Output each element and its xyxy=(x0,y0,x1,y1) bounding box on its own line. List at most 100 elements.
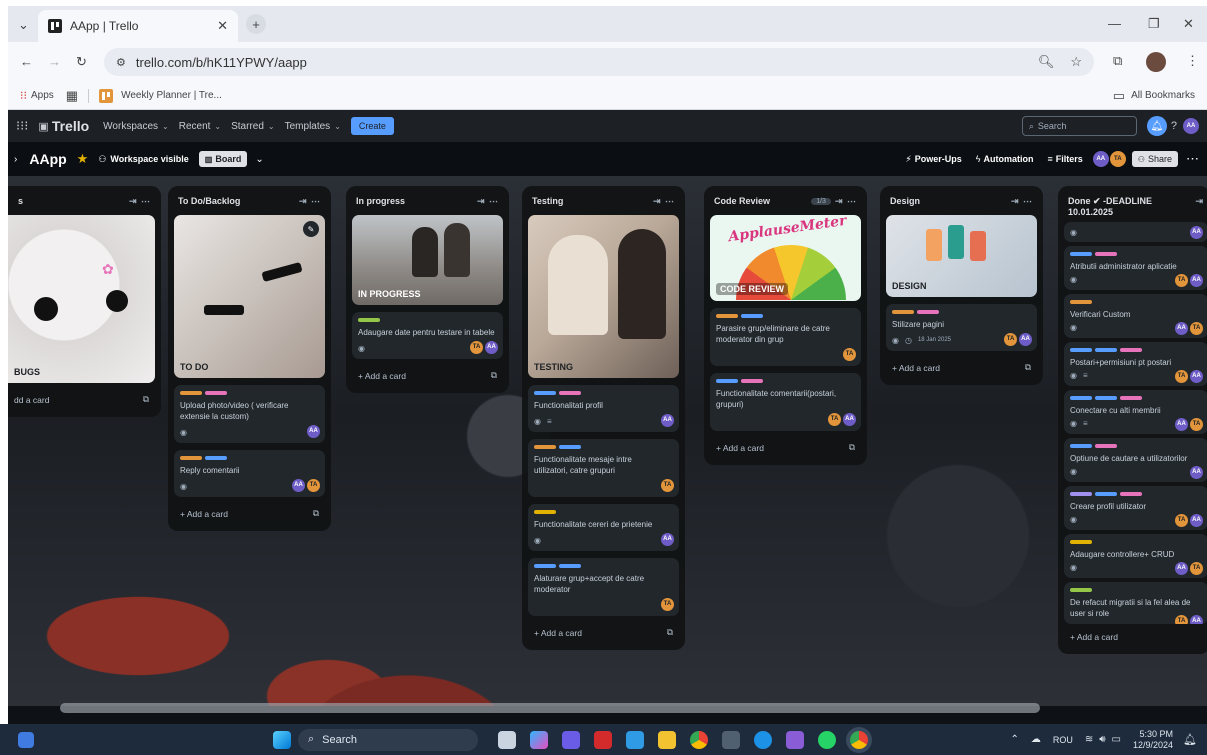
card-label[interactable] xyxy=(534,445,556,449)
card-label[interactable] xyxy=(741,379,763,383)
tray-chevron-icon[interactable]: ⌃ xyxy=(1010,734,1018,745)
list-menu-icon[interactable]: ⇥ ⋯ xyxy=(299,196,321,207)
card-label[interactable] xyxy=(534,564,556,568)
card[interactable]: Functionalitati profil ◉ ≡ AA xyxy=(528,385,679,432)
card-label[interactable] xyxy=(1070,588,1092,592)
board-members[interactable]: AA TA xyxy=(1092,151,1126,167)
card-label[interactable] xyxy=(1095,444,1117,448)
member-avatar[interactable]: AA xyxy=(292,479,305,492)
language-indicator[interactable]: ROU xyxy=(1053,735,1073,745)
card[interactable]: Functionalitate cereri de prietenie ◉ AA xyxy=(528,504,679,551)
card-label[interactable] xyxy=(1120,396,1142,400)
card-label[interactable] xyxy=(1070,396,1092,400)
member-avatar[interactable]: AA xyxy=(1175,322,1188,335)
docker-icon[interactable] xyxy=(754,730,772,749)
member-avatar[interactable]: TA xyxy=(1109,151,1126,167)
card-label[interactable] xyxy=(534,510,556,514)
card-label[interactable] xyxy=(1120,348,1142,352)
card-label[interactable] xyxy=(741,314,763,318)
member-avatar[interactable]: TA xyxy=(661,598,674,611)
card[interactable]: De refacut migratii si la fel alea de us… xyxy=(1064,582,1207,624)
profile-avatar[interactable] xyxy=(1146,52,1166,72)
chevron-down-icon[interactable]: ⌄ xyxy=(255,154,263,165)
app-switcher-icon[interactable]: ⁝⁝⁝ xyxy=(16,118,28,134)
member-avatar[interactable]: TA xyxy=(828,413,841,426)
member-avatar[interactable]: AA xyxy=(1190,274,1203,287)
tray-app-icon[interactable]: ☁ xyxy=(1031,734,1041,745)
member-avatar[interactable]: AA xyxy=(1190,466,1203,479)
template-icon[interactable]: ⧉ xyxy=(849,442,855,453)
list-title[interactable]: To Do/Backlog xyxy=(178,196,240,206)
list-menu-icon[interactable]: ⇥ ⋯ xyxy=(1011,196,1033,207)
trello-logo[interactable]: Trello xyxy=(52,118,89,134)
back-icon[interactable]: ← xyxy=(20,54,33,69)
card-label[interactable] xyxy=(1070,252,1092,256)
template-icon[interactable]: ⧉ xyxy=(491,370,497,381)
list-title[interactable]: s xyxy=(8,196,23,206)
member-avatar[interactable]: TA xyxy=(1190,418,1203,431)
board-view-button[interactable]: ▥ Board xyxy=(198,151,248,167)
card[interactable]: Stilizare pagini ◉ ◷ 18 Jan 2025 TA AA xyxy=(886,304,1037,351)
card-label[interactable] xyxy=(1070,444,1092,448)
list-menu-icon[interactable]: ⇥ ⋯ xyxy=(653,196,675,207)
member-avatar[interactable]: TA xyxy=(1175,514,1188,527)
member-avatar[interactable]: TA xyxy=(1190,562,1203,575)
member-avatar[interactable]: AA xyxy=(1190,370,1203,383)
due-date[interactable]: 18 Jan 2025 xyxy=(918,335,951,346)
site-info-icon[interactable]: ⚙ xyxy=(116,56,126,69)
card-label[interactable] xyxy=(559,564,581,568)
list-title[interactable]: Testing xyxy=(532,196,563,206)
member-avatar[interactable]: AA xyxy=(1175,418,1188,431)
close-tab-icon[interactable]: ✕ xyxy=(217,18,228,34)
card-label[interactable] xyxy=(1095,252,1117,256)
card[interactable]: Reply comentarii ◉ AA TA xyxy=(174,450,325,497)
card-cover[interactable]: ApplauseMeter CODE REVIEW xyxy=(710,215,861,301)
card-cover[interactable]: ✎ TO DO xyxy=(174,215,325,378)
nav-workspaces[interactable]: Workspaces xyxy=(103,121,158,132)
bookmark-star-icon[interactable]: ☆ xyxy=(1070,54,1082,70)
member-avatar[interactable]: AA xyxy=(1190,514,1203,527)
card[interactable]: Functionalitate mesaje intre utilizatori… xyxy=(528,439,679,497)
card-label[interactable] xyxy=(716,314,738,318)
card-label[interactable] xyxy=(1095,492,1117,496)
bookmark-apps[interactable]: Apps xyxy=(31,90,54,101)
template-icon[interactable]: ⧉ xyxy=(1025,362,1031,373)
widgets-icon[interactable] xyxy=(18,731,34,748)
member-avatar[interactable]: TA xyxy=(843,348,856,361)
workspace-visible-button[interactable]: Workspace visible xyxy=(110,154,188,164)
card-label[interactable] xyxy=(1070,348,1092,352)
card[interactable]: Upload photo/video ( verificare extensie… xyxy=(174,385,325,443)
minimize-icon[interactable]: — xyxy=(1108,16,1121,31)
card-label[interactable] xyxy=(1070,492,1092,496)
bookmark-all[interactable]: All Bookmarks xyxy=(1131,90,1195,101)
forward-icon[interactable]: → xyxy=(48,54,61,69)
card[interactable]: Parasire grup/eliminare de catre moderat… xyxy=(710,308,861,366)
clock[interactable]: 5:30 PM 12/9/2024 xyxy=(1133,729,1173,751)
card-cover[interactable]: ✿ BUGS xyxy=(8,215,155,383)
zoom-icon[interactable]: 🔍︎ xyxy=(1038,54,1055,70)
card-label[interactable] xyxy=(1070,300,1092,304)
card-label[interactable] xyxy=(559,445,581,449)
card-label[interactable] xyxy=(917,310,939,314)
notification-bell-icon[interactable]: 🔔︎ xyxy=(1183,733,1197,746)
card[interactable]: Verificari Custom ◉ AA TA xyxy=(1064,294,1207,338)
add-card-button[interactable]: + Add a card xyxy=(716,443,764,453)
url-field[interactable]: ⚙ trello.com/b/hK11YPWY/aapp 🔍︎ ☆ xyxy=(104,48,1094,76)
create-button[interactable]: Create xyxy=(350,117,394,135)
card-label[interactable] xyxy=(1095,348,1117,352)
member-avatar[interactable]: AA xyxy=(1175,562,1188,575)
board-name[interactable]: AApp xyxy=(29,151,66,167)
card-cover[interactable]: IN PROGRESS xyxy=(352,215,503,305)
share-button[interactable]: ⚇ Share xyxy=(1131,151,1178,167)
card-label[interactable] xyxy=(180,391,202,395)
volume-icon[interactable]: 🔊︎ xyxy=(1099,734,1105,745)
list-title[interactable]: In progress xyxy=(356,196,405,206)
list-title[interactable]: Code Review xyxy=(714,196,770,206)
copilot-icon[interactable] xyxy=(530,730,548,749)
member-avatar[interactable]: AA xyxy=(661,414,674,427)
card[interactable]: Conectare cu alti membrii ◉ ≡ AA TA xyxy=(1064,390,1207,434)
start-icon[interactable] xyxy=(273,730,291,749)
member-avatar[interactable]: TA xyxy=(661,479,674,492)
add-card-button[interactable]: + Add a card xyxy=(892,363,940,373)
card-cover[interactable]: DESIGN xyxy=(886,215,1037,297)
